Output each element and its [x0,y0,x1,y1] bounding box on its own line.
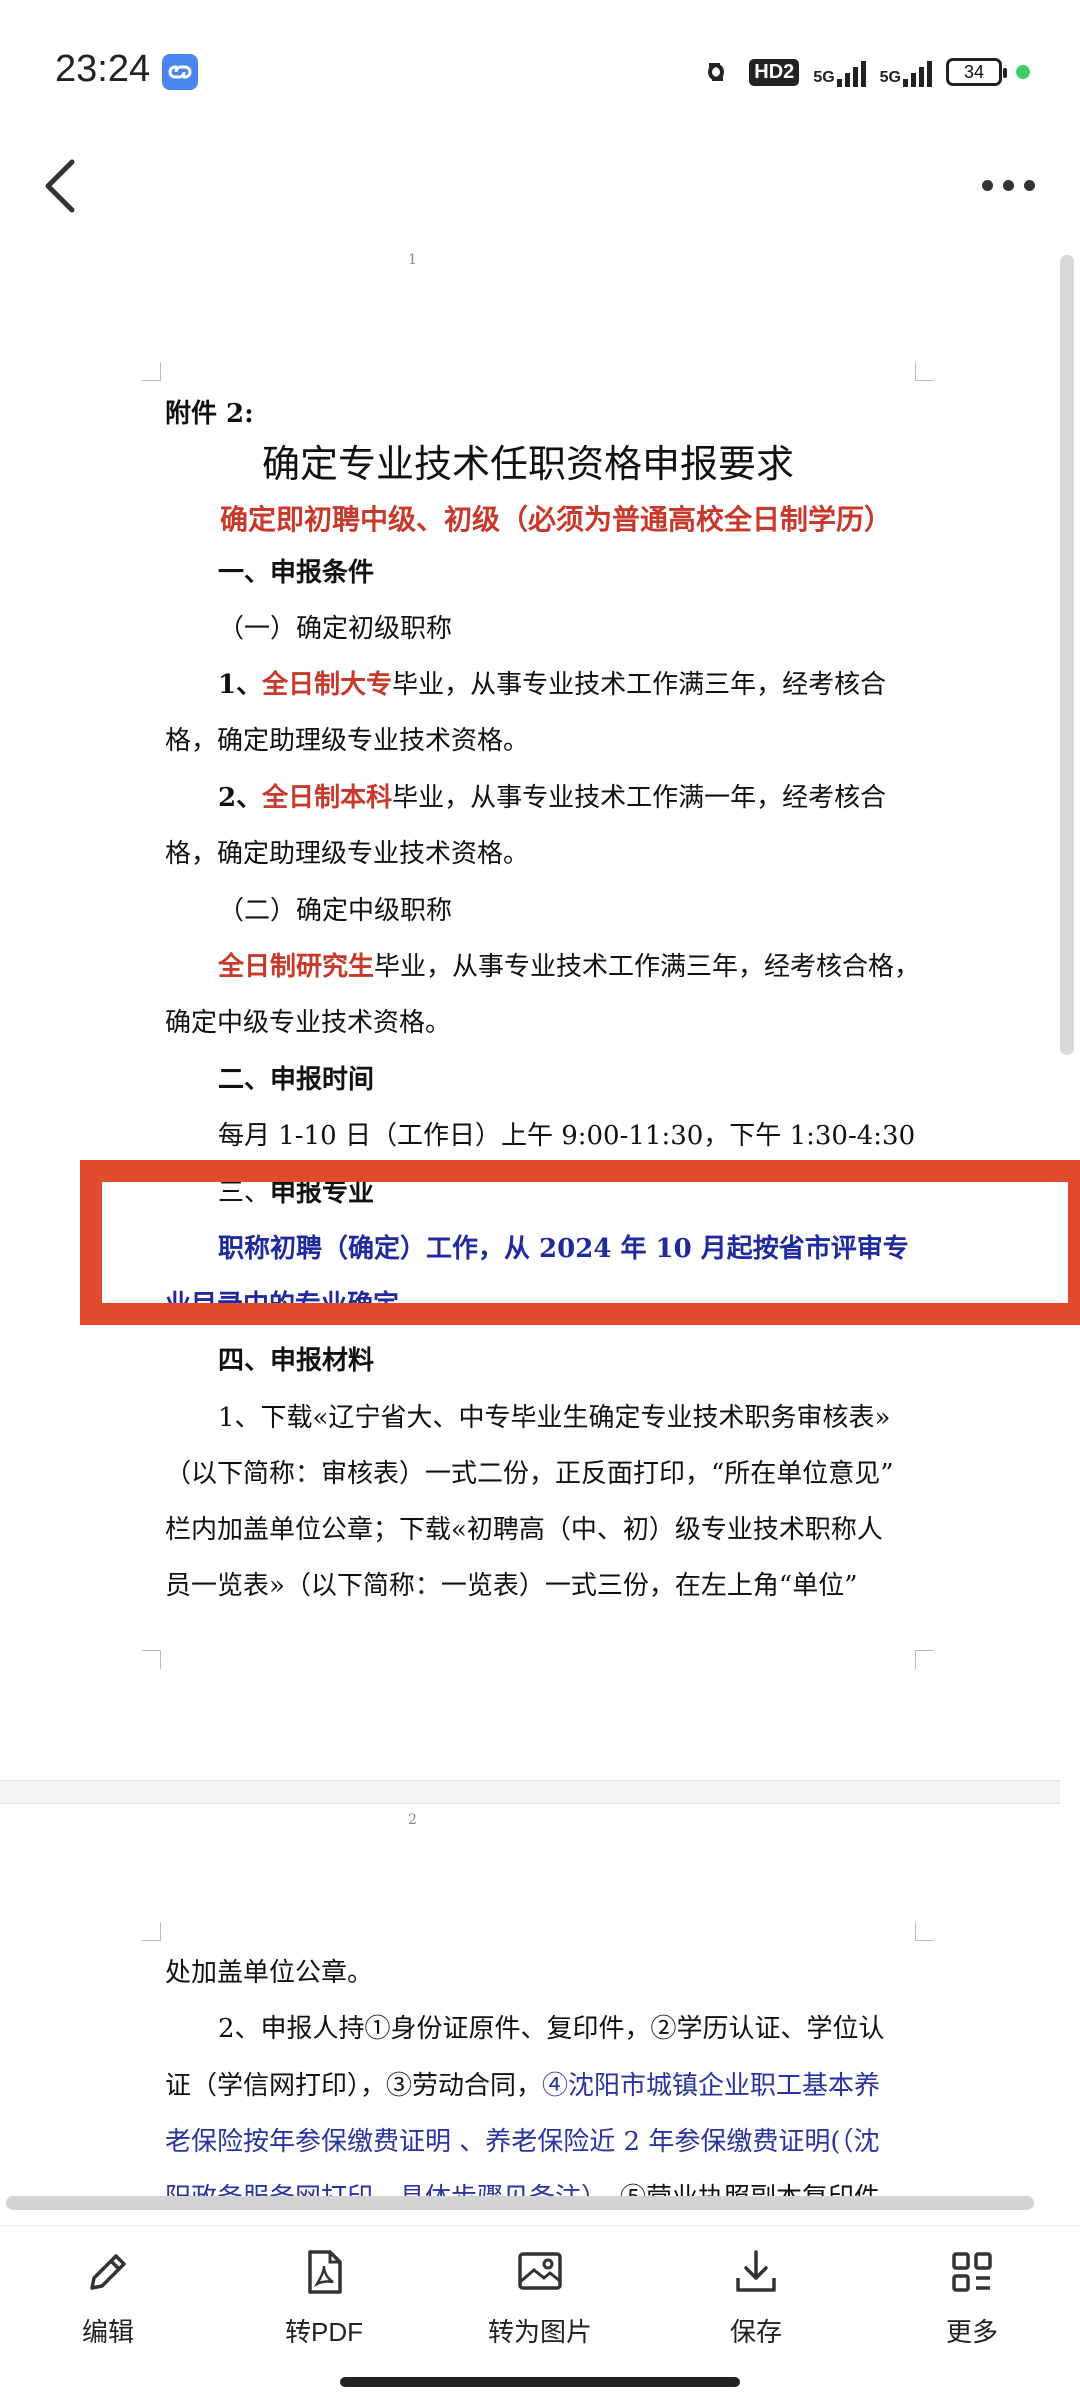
paragraph-line: 确定中级专业技术资格。 [165,1008,452,1038]
more-label: 更多 [945,2317,998,2347]
convert-image-button[interactable]: 转为图片 [470,2246,610,2349]
pdf-icon [308,2250,342,2294]
section-heading: 一、申报条件 [218,558,375,588]
paragraph-line: （以下简称：审核表）一式二份，正反面打印，“所在单位意见” [165,1459,894,1489]
more-dot-icon [982,179,993,191]
battery-icon: 34 [946,58,1007,86]
crop-mark [915,1922,934,1941]
status-icons: HD2 5G 5G 34 [697,52,1030,92]
edit-button[interactable]: 编辑 [38,2246,178,2349]
pencil-icon [90,2254,126,2290]
grid-icon [952,2252,992,2292]
vertical-scrollbar[interactable] [1060,255,1074,1055]
paragraph-line: 每月 1-10 日（工作日）上午 9:00-11:30，下午 1:30-4:30 [218,1121,916,1151]
paragraph-line: 1、下载«辽宁省大、中专毕业生确定专业技术职务审核表» [218,1403,891,1433]
paragraph-line: 栏内加盖单位公章；下载«初聘高（中、初）级专业技术职称人 [165,1515,883,1545]
attachment-label: 附件 2: [165,399,254,429]
paragraph-line: 证（学信网打印），③劳动合同，④沈阳市城镇企业职工基本养 [165,2071,881,2101]
more-button[interactable]: 更多 [902,2246,1042,2349]
crop-mark [142,362,161,381]
signal-icon-2: 5G [880,57,932,87]
section-heading: 二、申报时间 [218,1065,375,1095]
crop-mark [142,1650,161,1669]
download-icon [736,2250,776,2292]
back-button[interactable] [40,150,80,220]
crop-mark [915,362,934,381]
paragraph-line: 格，确定助理级专业技术资格。 [165,726,530,756]
signal-icon-1: 5G [813,57,866,87]
crop-mark [915,1650,934,1669]
document-subtitle: 确定即初聘中级、初级（必须为普通高校全日制学历） [220,503,893,536]
convert-pdf-label: 转PDF [284,2317,363,2347]
paragraph-line: 格，确定助理级专业技术资格。 [165,839,530,869]
hd-badge: HD2 [749,58,800,86]
clock: 23:24 [55,48,151,90]
chevron-left-icon [45,159,75,213]
section-heading: 四、申报材料 [218,1346,375,1376]
edit-label: 编辑 [81,2317,134,2347]
annotation-highlight-box [80,1160,1080,1325]
crop-mark [142,1922,161,1941]
subsection-heading: （一）确定初级职称 [218,614,453,644]
image-icon [518,2252,562,2290]
paragraph-line: 2、申报人持①身份证原件、复印件，②学历认证、学位认 [218,2014,885,2044]
save-label: 保存 [729,2317,782,2347]
more-options-button[interactable] [982,170,1040,200]
bottom-toolbar: 编辑 转PDF 转为图片 保存 更多 [0,2225,1080,2366]
paragraph-line: 处加盖单位公章。 [165,1958,374,1988]
paragraph-line: 员一览表»（以下简称：一览表）一式三份，在左上角“单位” [165,1571,858,1601]
convert-pdf-button[interactable]: 转PDF [254,2246,394,2349]
hotspot-link-icon [708,63,725,81]
page-number: 1 [408,252,417,268]
more-dot-icon [1003,179,1014,191]
paragraph-line: 全日制研究生毕业，从事专业技术工作满三年，经考核合格， [218,952,921,982]
document-title: 确定专业技术任职资格申报要求 [262,442,795,486]
convert-image-label: 转为图片 [487,2317,592,2347]
privacy-indicator-dot [1016,65,1030,79]
network-type-2: 5G [879,69,901,86]
status-bar: 23:24 HD2 5G 5G 34 [0,0,1080,140]
network-type-1: 5G [813,69,835,86]
save-button[interactable]: 保存 [686,2246,826,2349]
paragraph-line: 老保险按年参保缴费证明 、养老保险近 2 年参保缴费证明(（沈 [165,2127,880,2157]
horizontal-scrollbar[interactable] [6,2196,1034,2210]
subsection-heading: （二）确定中级职称 [218,896,453,926]
page-number: 2 [408,1812,417,1828]
paragraph-line: 1、全日制大专毕业，从事专业技术工作满三年，经考核合 [218,670,887,700]
more-dot-icon [1024,179,1035,191]
home-indicator[interactable] [340,2377,740,2387]
link-app-icon [162,54,198,90]
paragraph-line: 2、全日制本科毕业，从事专业技术工作满一年，经考核合 [218,783,887,813]
page-separator [0,1780,1060,1804]
